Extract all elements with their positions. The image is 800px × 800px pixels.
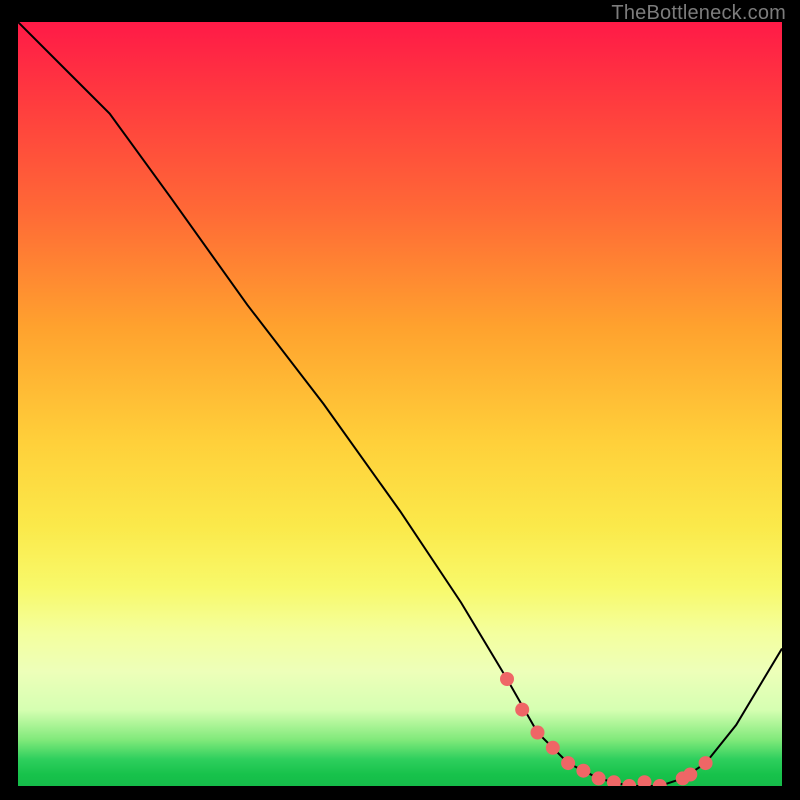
marker-dot xyxy=(622,779,636,786)
marker-dot xyxy=(561,756,575,770)
marker-dot xyxy=(531,726,545,740)
chart-root: TheBottleneck.com xyxy=(0,0,800,800)
marker-dot xyxy=(607,775,621,786)
chart-overlay-svg xyxy=(18,22,782,786)
marker-dot xyxy=(699,756,713,770)
marker-dot xyxy=(515,703,529,717)
marker-dot xyxy=(638,775,652,786)
marker-dot xyxy=(500,672,514,686)
marker-dot xyxy=(676,771,690,785)
bottleneck-curve-line xyxy=(18,22,782,786)
marker-dot xyxy=(546,741,560,755)
marker-dot xyxy=(683,768,697,782)
marker-dot xyxy=(653,779,667,786)
bottleneck-valley-markers xyxy=(500,672,713,786)
marker-dot xyxy=(576,764,590,778)
marker-dot xyxy=(592,771,606,785)
chart-plot-area xyxy=(18,22,782,786)
